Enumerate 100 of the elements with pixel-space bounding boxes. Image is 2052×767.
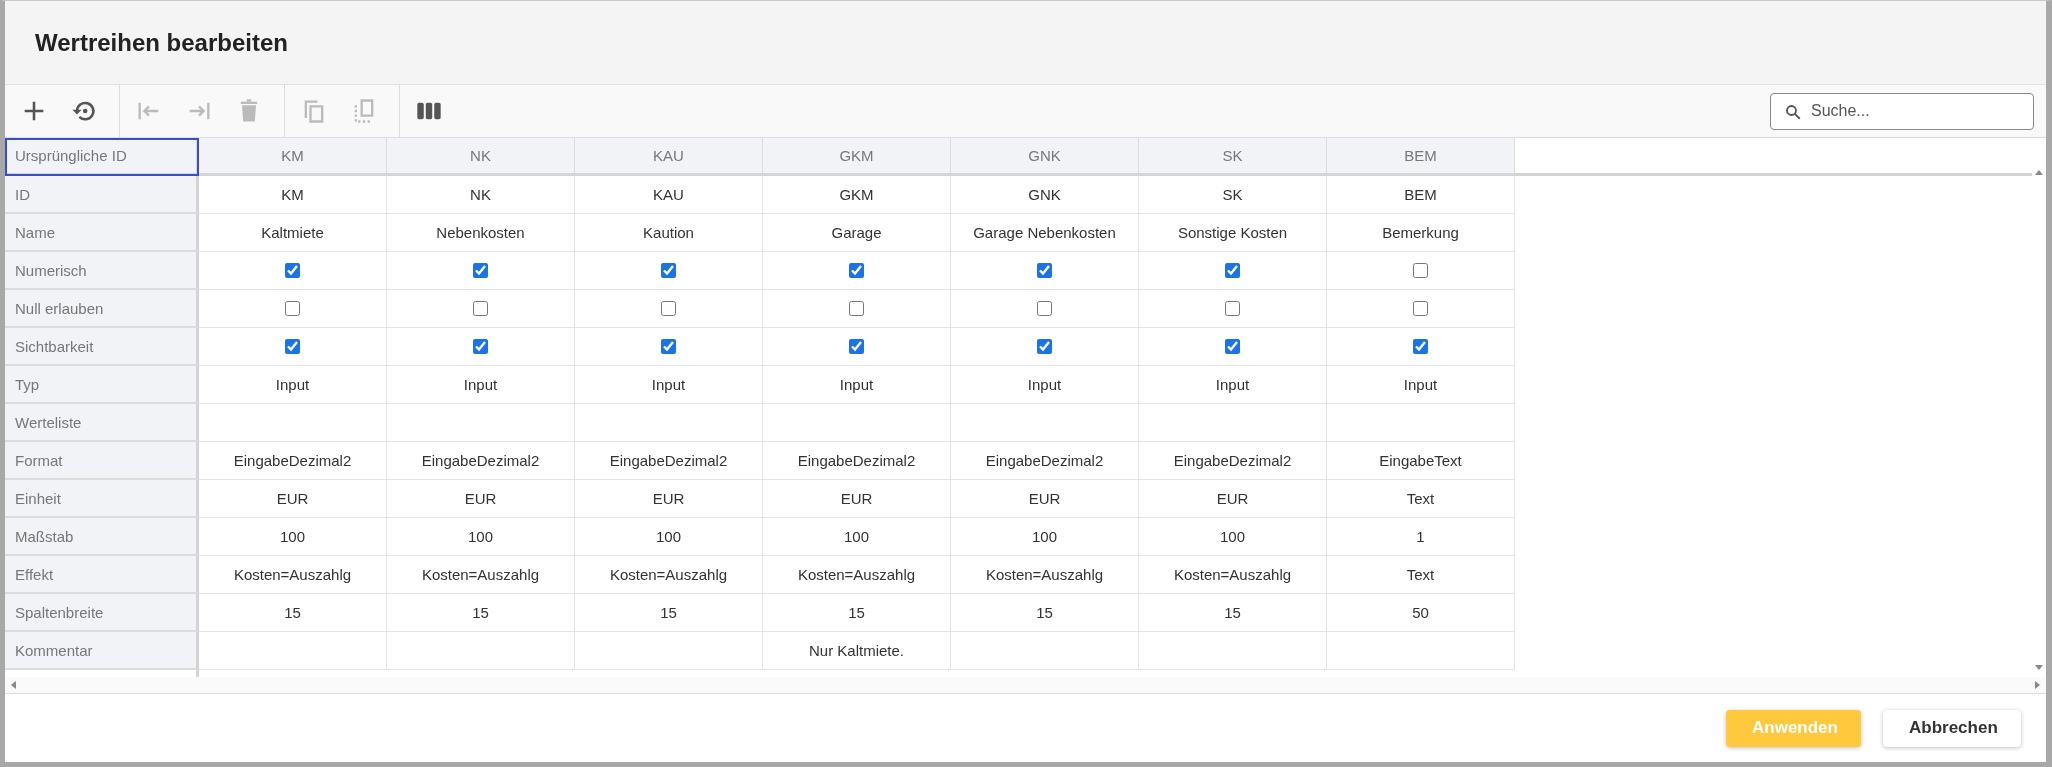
checkbox[interactable] <box>1037 339 1052 354</box>
table-cell: Nebenkosten <box>387 214 575 252</box>
table-cell: 100 <box>387 518 575 556</box>
checkbox[interactable] <box>849 339 864 354</box>
table-cell: EUR <box>1139 480 1327 518</box>
row-header: Format <box>5 442 199 480</box>
table-cell: 15 <box>1139 594 1327 632</box>
table-cell: Kaltmiete <box>199 214 387 252</box>
column-header[interactable]: GNK <box>951 138 1139 176</box>
cancel-button[interactable]: Abbrechen <box>1883 709 2021 747</box>
checkbox[interactable] <box>661 339 676 354</box>
column-header[interactable]: GKM <box>763 138 951 176</box>
table-cell: Input <box>951 366 1139 404</box>
column-header[interactable]: KAU <box>575 138 763 176</box>
column-header[interactable]: Ursprüngliche ID <box>5 138 199 176</box>
table-cell: Kosten=Auszahlg <box>1139 556 1327 594</box>
checkbox[interactable] <box>285 339 300 354</box>
scroll-right-icon[interactable] <box>2032 680 2042 690</box>
checkbox[interactable] <box>1413 339 1428 354</box>
row-header: Effekt <box>5 556 199 594</box>
checkbox[interactable] <box>849 263 864 278</box>
row-header: Numerisch <box>5 252 199 290</box>
checkbox[interactable] <box>1225 263 1240 278</box>
table-cell: Text <box>1327 480 1515 518</box>
table-cell: 15 <box>763 594 951 632</box>
row-header: ID <box>5 176 199 214</box>
table-cell: BEM <box>1327 176 1515 214</box>
table-cell: Input <box>1139 366 1327 404</box>
scroll-up-icon[interactable] <box>2034 168 2044 178</box>
table-cell: 15 <box>951 594 1139 632</box>
row-header: Spaltenbreite <box>5 594 199 632</box>
table-cell: EingabeDezimal2 <box>575 442 763 480</box>
checkbox[interactable] <box>285 301 300 316</box>
checkbox[interactable] <box>849 301 864 316</box>
checkbox[interactable] <box>473 339 488 354</box>
table-cell: 100 <box>763 518 951 556</box>
column-header[interactable]: SK <box>1139 138 1327 176</box>
column-header[interactable]: BEM <box>1327 138 1515 176</box>
table-cell: EingabeDezimal2 <box>951 442 1139 480</box>
table-cell: 100 <box>951 518 1139 556</box>
row-header: Null erlauben <box>5 290 199 328</box>
checkbox[interactable] <box>1037 263 1052 278</box>
table-cell: Bemerkung <box>1327 214 1515 252</box>
table-cell: 100 <box>1139 518 1327 556</box>
table-cell: Kosten=Auszahlg <box>199 556 387 594</box>
table-cell: 15 <box>387 594 575 632</box>
table-cell: Nur Kaltmiete. <box>763 632 951 670</box>
checkbox[interactable] <box>1037 301 1052 316</box>
table-cell: Kosten=Auszahlg <box>575 556 763 594</box>
table-cell: KAU <box>575 176 763 214</box>
checkbox[interactable] <box>285 263 300 278</box>
column-header[interactable]: NK <box>387 138 575 176</box>
checkbox[interactable] <box>1225 339 1240 354</box>
table-cell: Garage <box>763 214 951 252</box>
table-cell: 50 <box>1327 594 1515 632</box>
row-header: Kommentar <box>5 632 199 670</box>
table-cell: Kaution <box>575 214 763 252</box>
table-cell: EUR <box>763 480 951 518</box>
table-cell: GNK <box>951 176 1139 214</box>
table-cell: Kosten=Auszahlg <box>951 556 1139 594</box>
scroll-down-icon[interactable] <box>2034 662 2044 672</box>
table-cell: NK <box>387 176 575 214</box>
checkbox[interactable] <box>661 301 676 316</box>
table-cell: 100 <box>199 518 387 556</box>
scroll-left-icon[interactable] <box>9 680 19 690</box>
table-cell: EUR <box>951 480 1139 518</box>
table-cell: Input <box>575 366 763 404</box>
table-cell: SK <box>1139 176 1327 214</box>
table-cell: Input <box>1327 366 1515 404</box>
search-field[interactable]: Suche... <box>1770 92 2034 130</box>
table-cell: Sonstige Kosten <box>1139 214 1327 252</box>
table-cell: EingabeDezimal2 <box>199 442 387 480</box>
table-cell: Kosten=Auszahlg <box>763 556 951 594</box>
table-cell: EingabeDezimal2 <box>387 442 575 480</box>
row-header: Typ <box>5 366 199 404</box>
column-header[interactable]: KM <box>199 138 387 176</box>
table-cell: 15 <box>199 594 387 632</box>
table-cell: GKM <box>763 176 951 214</box>
table-cell: Input <box>199 366 387 404</box>
table-cell: EingabeText <box>1327 442 1515 480</box>
table-cell: EingabeDezimal2 <box>763 442 951 480</box>
table-cell: EUR <box>387 480 575 518</box>
row-header: Werteliste <box>5 404 199 442</box>
table-cell: Garage Nebenkosten <box>951 214 1139 252</box>
row-header: Einheit <box>5 480 199 518</box>
checkbox[interactable] <box>1413 263 1428 278</box>
table-cell: KM <box>199 176 387 214</box>
dialog-title: Wertreihen bearbeiten <box>35 28 288 57</box>
checkbox[interactable] <box>473 301 488 316</box>
search-icon <box>1784 102 1802 121</box>
table-cell: Kosten=Auszahlg <box>387 556 575 594</box>
checkbox[interactable] <box>661 263 676 278</box>
table-cell: 100 <box>575 518 763 556</box>
row-header: Name <box>5 214 199 252</box>
row-header: Sichtbarkeit <box>5 328 199 366</box>
table-cell: EUR <box>575 480 763 518</box>
checkbox[interactable] <box>1413 301 1428 316</box>
checkbox[interactable] <box>1225 301 1240 316</box>
table-cell: 1 <box>1327 518 1515 556</box>
checkbox[interactable] <box>473 263 488 278</box>
